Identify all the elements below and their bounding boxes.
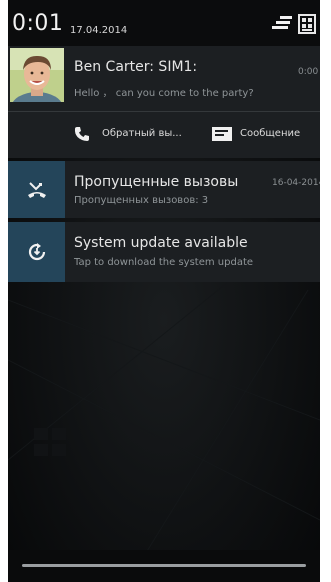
missed-calls-notification[interactable]: Пропущенные вызовы Пропущенных вызовов: …: [8, 161, 320, 218]
notification-text: Tap to download the system update: [74, 257, 254, 268]
system-update-notification[interactable]: System update available Tap to download …: [8, 222, 320, 282]
missed-call-icon-box: [8, 161, 65, 218]
message-action-button[interactable]: Сообщение: [212, 114, 318, 154]
notification-time: 16-04-2014: [272, 178, 320, 188]
system-update-icon: [28, 243, 46, 261]
message-notification[interactable]: Ben Carter: SIM1: Hello ， can you come t…: [8, 46, 320, 158]
drag-handle[interactable]: [22, 564, 306, 567]
signal-bars-icon: [272, 16, 292, 29]
sim-grid-icon[interactable]: [298, 14, 316, 34]
status-bar: 0:01 17.04.2014: [8, 0, 320, 46]
missed-call-icon: [28, 182, 46, 198]
notification-title: Пропущенные вызовы: [74, 174, 239, 190]
notification-title: Ben Carter: SIM1:: [74, 59, 198, 75]
callback-action-label: Обратный вы...: [102, 128, 182, 139]
status-clock: 0:01: [12, 11, 64, 36]
frame-border: [320, 0, 331, 582]
notification-title: System update available: [74, 235, 248, 251]
system-update-icon-box: [8, 222, 65, 282]
phone-callback-icon: [74, 127, 89, 141]
divider: [8, 111, 320, 112]
contact-photo: [10, 48, 64, 102]
message-icon: [212, 127, 232, 141]
notification-text: Hello ， can you come to the party?: [74, 88, 254, 99]
shade-bottom-bar: [8, 550, 320, 582]
message-action-label: Сообщение: [240, 128, 301, 139]
callback-action-button[interactable]: Обратный вы...: [74, 114, 204, 154]
notification-shade: 0:01 17.04.2014 Ben Carter: SIM1: Hello …: [8, 0, 320, 582]
notification-time: 0:00: [298, 67, 319, 77]
contact-avatar: [10, 48, 64, 102]
status-date: 17.04.2014: [70, 25, 128, 36]
notification-text: Пропущенных вызовов: 3: [74, 195, 209, 206]
